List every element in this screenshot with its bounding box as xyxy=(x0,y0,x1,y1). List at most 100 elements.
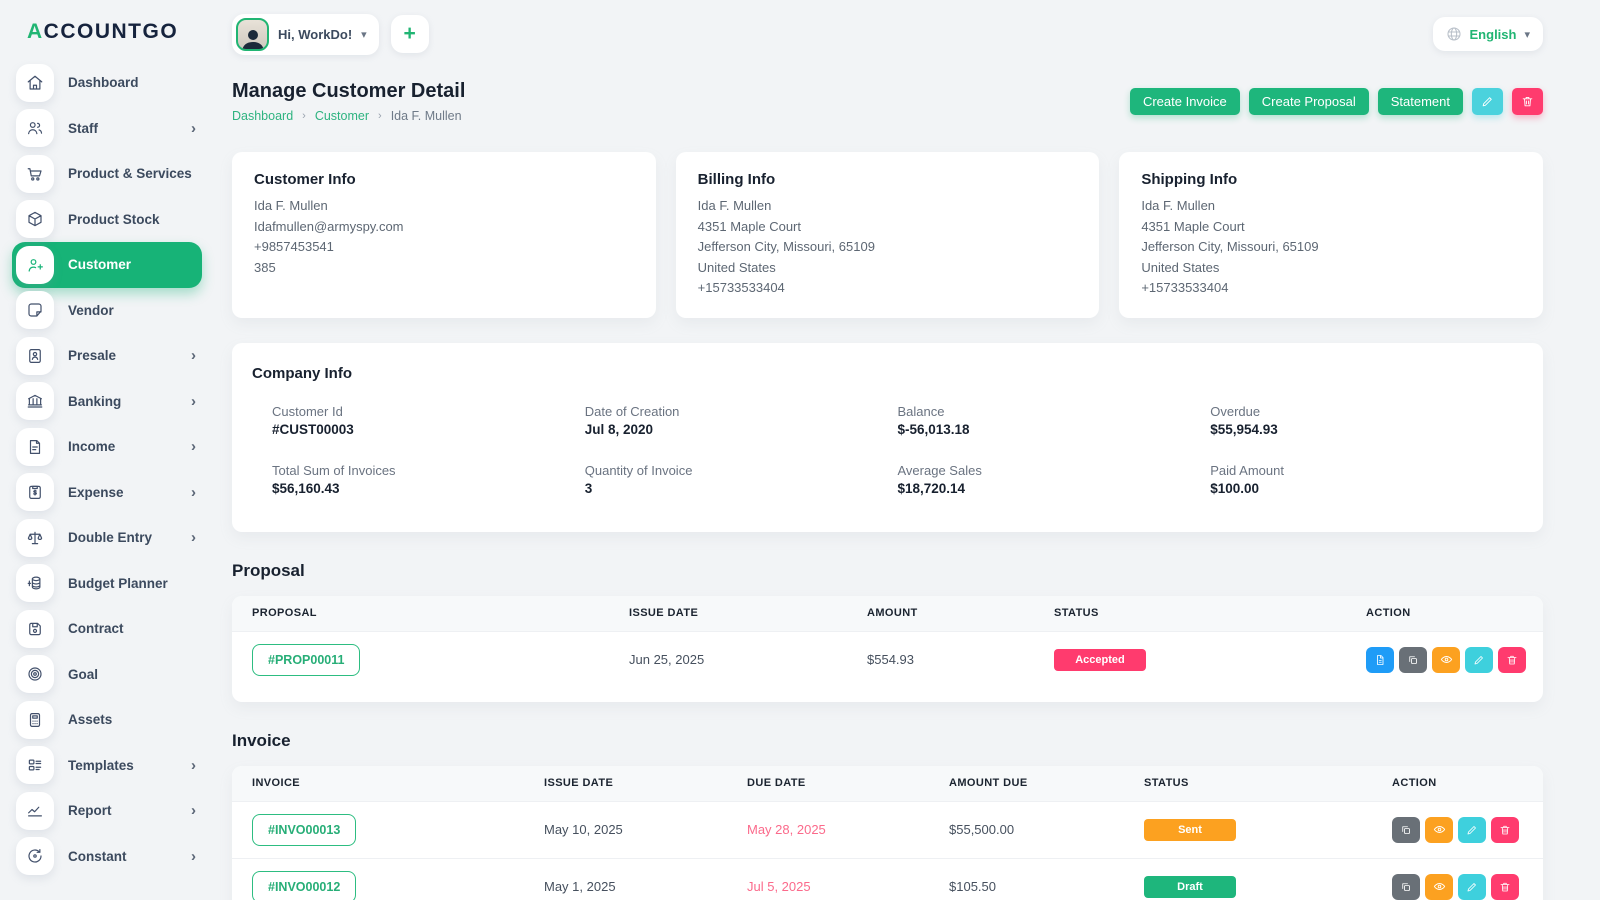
page-actions: Create Invoice Create Proposal Statement xyxy=(1130,88,1543,115)
breadcrumb-dashboard[interactable]: Dashboard xyxy=(232,109,293,123)
sidebar-item-constant[interactable]: Constant › xyxy=(12,834,202,880)
edit-customer-button[interactable] xyxy=(1472,88,1503,115)
home-icon xyxy=(16,64,54,102)
convert-invoice-button[interactable] xyxy=(1366,647,1394,673)
card-title: Shipping Info xyxy=(1141,171,1521,188)
templates-layout-icon xyxy=(16,746,54,784)
edit-button[interactable] xyxy=(1458,817,1486,843)
chevron-right-icon: › xyxy=(191,348,196,363)
column-header: STATUS xyxy=(1054,607,1366,619)
edit-button[interactable] xyxy=(1465,647,1493,673)
presale-icon xyxy=(16,337,54,375)
billing-city: Jefferson City, Missouri, 65109 xyxy=(698,237,1078,258)
sidebar-item-templates[interactable]: Templates › xyxy=(12,743,202,789)
eye-icon xyxy=(1433,880,1446,893)
field-total-sum-invoices: Total Sum of Invoices$56,160.43 xyxy=(272,463,585,496)
duplicate-button[interactable] xyxy=(1392,817,1420,843)
create-invoice-button[interactable]: Create Invoice xyxy=(1130,88,1240,115)
eye-icon xyxy=(1433,823,1446,836)
info-cards-row: Customer Info Ida F. Mullen Idafmullen@a… xyxy=(232,152,1543,318)
billing-name: Ida F. Mullen xyxy=(698,196,1078,217)
sidebar-item-expense[interactable]: Expense › xyxy=(12,470,202,516)
proposal-table: PROPOSAL ISSUE DATE AMOUNT STATUS ACTION… xyxy=(232,596,1543,702)
sidebar-item-vendor[interactable]: Vendor xyxy=(12,288,202,334)
edit-button[interactable] xyxy=(1458,874,1486,900)
create-proposal-button[interactable]: Create Proposal xyxy=(1249,88,1369,115)
card-title: Customer Info xyxy=(254,171,634,188)
invoice-number-link[interactable]: #INVO00012 xyxy=(252,871,356,900)
sidebar-item-assets[interactable]: Assets xyxy=(12,697,202,743)
staff-icon xyxy=(16,109,54,147)
status-badge: Sent xyxy=(1144,819,1236,841)
user-menu[interactable]: Hi, WorkDo! ▾ xyxy=(232,14,379,55)
pencil-icon xyxy=(1473,654,1485,666)
view-button[interactable] xyxy=(1425,817,1453,843)
report-chart-icon xyxy=(16,792,54,830)
pencil-icon xyxy=(1466,824,1478,836)
sidebar-nav: Dashboard Staff › Product & Services Pro… xyxy=(0,58,212,879)
topbar: Hi, WorkDo! ▾ + English ▾ xyxy=(232,10,1543,58)
bank-icon xyxy=(16,382,54,420)
customer-info-card: Customer Info Ida F. Mullen Idafmullen@a… xyxy=(232,152,656,318)
column-header: AMOUNT DUE xyxy=(949,777,1144,789)
statement-button[interactable]: Statement xyxy=(1378,88,1463,115)
view-button[interactable] xyxy=(1425,874,1453,900)
sidebar-item-staff[interactable]: Staff › xyxy=(12,106,202,152)
contract-save-icon xyxy=(16,610,54,648)
duplicate-button[interactable] xyxy=(1399,647,1427,673)
quick-add-button[interactable]: + xyxy=(391,15,429,53)
invoice-row: #INVO00012 May 1, 2025 Jul 5, 2025 $105.… xyxy=(232,858,1543,900)
income-doc-icon xyxy=(16,428,54,466)
eye-icon xyxy=(1440,653,1453,666)
column-header: ISSUE DATE xyxy=(544,777,747,789)
status-badge: Accepted xyxy=(1054,649,1146,671)
proposal-number-link[interactable]: #PROP00011 xyxy=(252,644,360,676)
pencil-icon xyxy=(1481,95,1494,108)
breadcrumb-customer[interactable]: Customer xyxy=(315,109,369,123)
scales-icon xyxy=(16,519,54,557)
invoice-actions xyxy=(1392,874,1523,900)
trash-icon xyxy=(1521,95,1534,108)
sidebar-item-income[interactable]: Income › xyxy=(12,424,202,470)
sidebar-item-contract[interactable]: Contract xyxy=(12,606,202,652)
invoice-issue-date: May 1, 2025 xyxy=(544,879,747,894)
sidebar-item-dashboard[interactable]: Dashboard xyxy=(12,60,202,106)
column-header: STATUS xyxy=(1144,777,1392,789)
view-button[interactable] xyxy=(1432,647,1460,673)
page-title: Manage Customer Detail xyxy=(232,80,465,103)
trash-icon xyxy=(1499,824,1511,836)
customer-email: Idafmullen@armyspy.com xyxy=(254,217,634,238)
breadcrumb: Dashboard › Customer › Ida F. Mullen xyxy=(232,109,465,123)
sidebar-item-product-services[interactable]: Product & Services xyxy=(12,151,202,197)
customer-phone: +9857453541 xyxy=(254,237,634,258)
sidebar-item-report[interactable]: Report › xyxy=(12,788,202,834)
field-paid-amount: Paid Amount$100.00 xyxy=(1210,463,1523,496)
column-header: DUE DATE xyxy=(747,777,949,789)
proposal-issue-date: Jun 25, 2025 xyxy=(629,652,867,667)
duplicate-button[interactable] xyxy=(1392,874,1420,900)
pencil-icon xyxy=(1466,881,1478,893)
status-badge: Draft xyxy=(1144,876,1236,898)
field-balance: Balance$-56,013.18 xyxy=(898,404,1211,437)
trash-icon xyxy=(1506,654,1518,666)
chevron-right-icon: › xyxy=(191,803,196,818)
sidebar-item-presale[interactable]: Presale › xyxy=(12,333,202,379)
card-title: Company Info xyxy=(252,365,1523,382)
delete-button[interactable] xyxy=(1498,647,1526,673)
copy-icon xyxy=(1400,881,1412,893)
invoice-number-link[interactable]: #INVO00013 xyxy=(252,814,356,846)
globe-icon xyxy=(1446,26,1462,42)
sidebar-item-product-stock[interactable]: Product Stock xyxy=(12,197,202,243)
sidebar-item-goal[interactable]: Goal xyxy=(12,652,202,698)
sidebar-item-customer[interactable]: Customer xyxy=(12,242,202,288)
delete-customer-button[interactable] xyxy=(1512,88,1543,115)
sidebar-item-banking[interactable]: Banking › xyxy=(12,379,202,425)
sidebar-item-double-entry[interactable]: Double Entry › xyxy=(12,515,202,561)
language-selector[interactable]: English ▾ xyxy=(1433,17,1543,51)
delete-button[interactable] xyxy=(1491,874,1519,900)
company-info-card: Company Info Customer Id#CUST00003 Date … xyxy=(232,343,1543,532)
greeting-text: Hi, WorkDo! xyxy=(278,27,352,42)
sidebar-item-budget-planner[interactable]: Budget Planner xyxy=(12,561,202,607)
delete-button[interactable] xyxy=(1491,817,1519,843)
box-icon xyxy=(16,200,54,238)
